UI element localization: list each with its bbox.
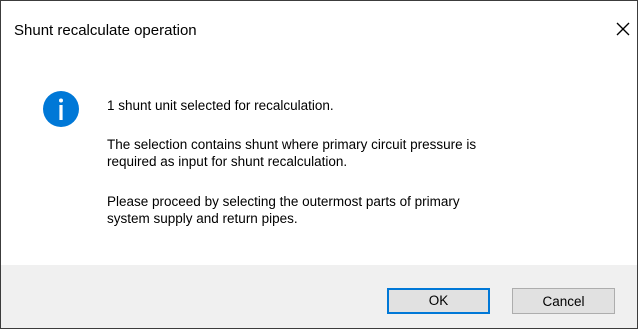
button-bar: OK Cancel	[1, 265, 637, 328]
info-icon	[42, 90, 80, 128]
title-bar: Shunt recalculate operation	[1, 1, 637, 61]
dialog-title: Shunt recalculate operation	[14, 22, 197, 39]
message-line-2: The selection contains shunt where prima…	[107, 137, 477, 152]
message-line-5: system supply and return pipes.	[107, 211, 298, 226]
ok-button[interactable]: OK	[387, 288, 490, 314]
message-line-1: 1 shunt unit selected for recalculation.	[107, 98, 334, 113]
message-line-4: Please proceed by selecting the outermos…	[107, 194, 460, 209]
message-line-3: required as input for shunt recalculatio…	[107, 154, 348, 169]
message-dialog: Shunt recalculate operation 1 shunt unit…	[0, 0, 638, 329]
cancel-button[interactable]: Cancel	[512, 288, 615, 314]
close-icon[interactable]	[609, 15, 637, 43]
